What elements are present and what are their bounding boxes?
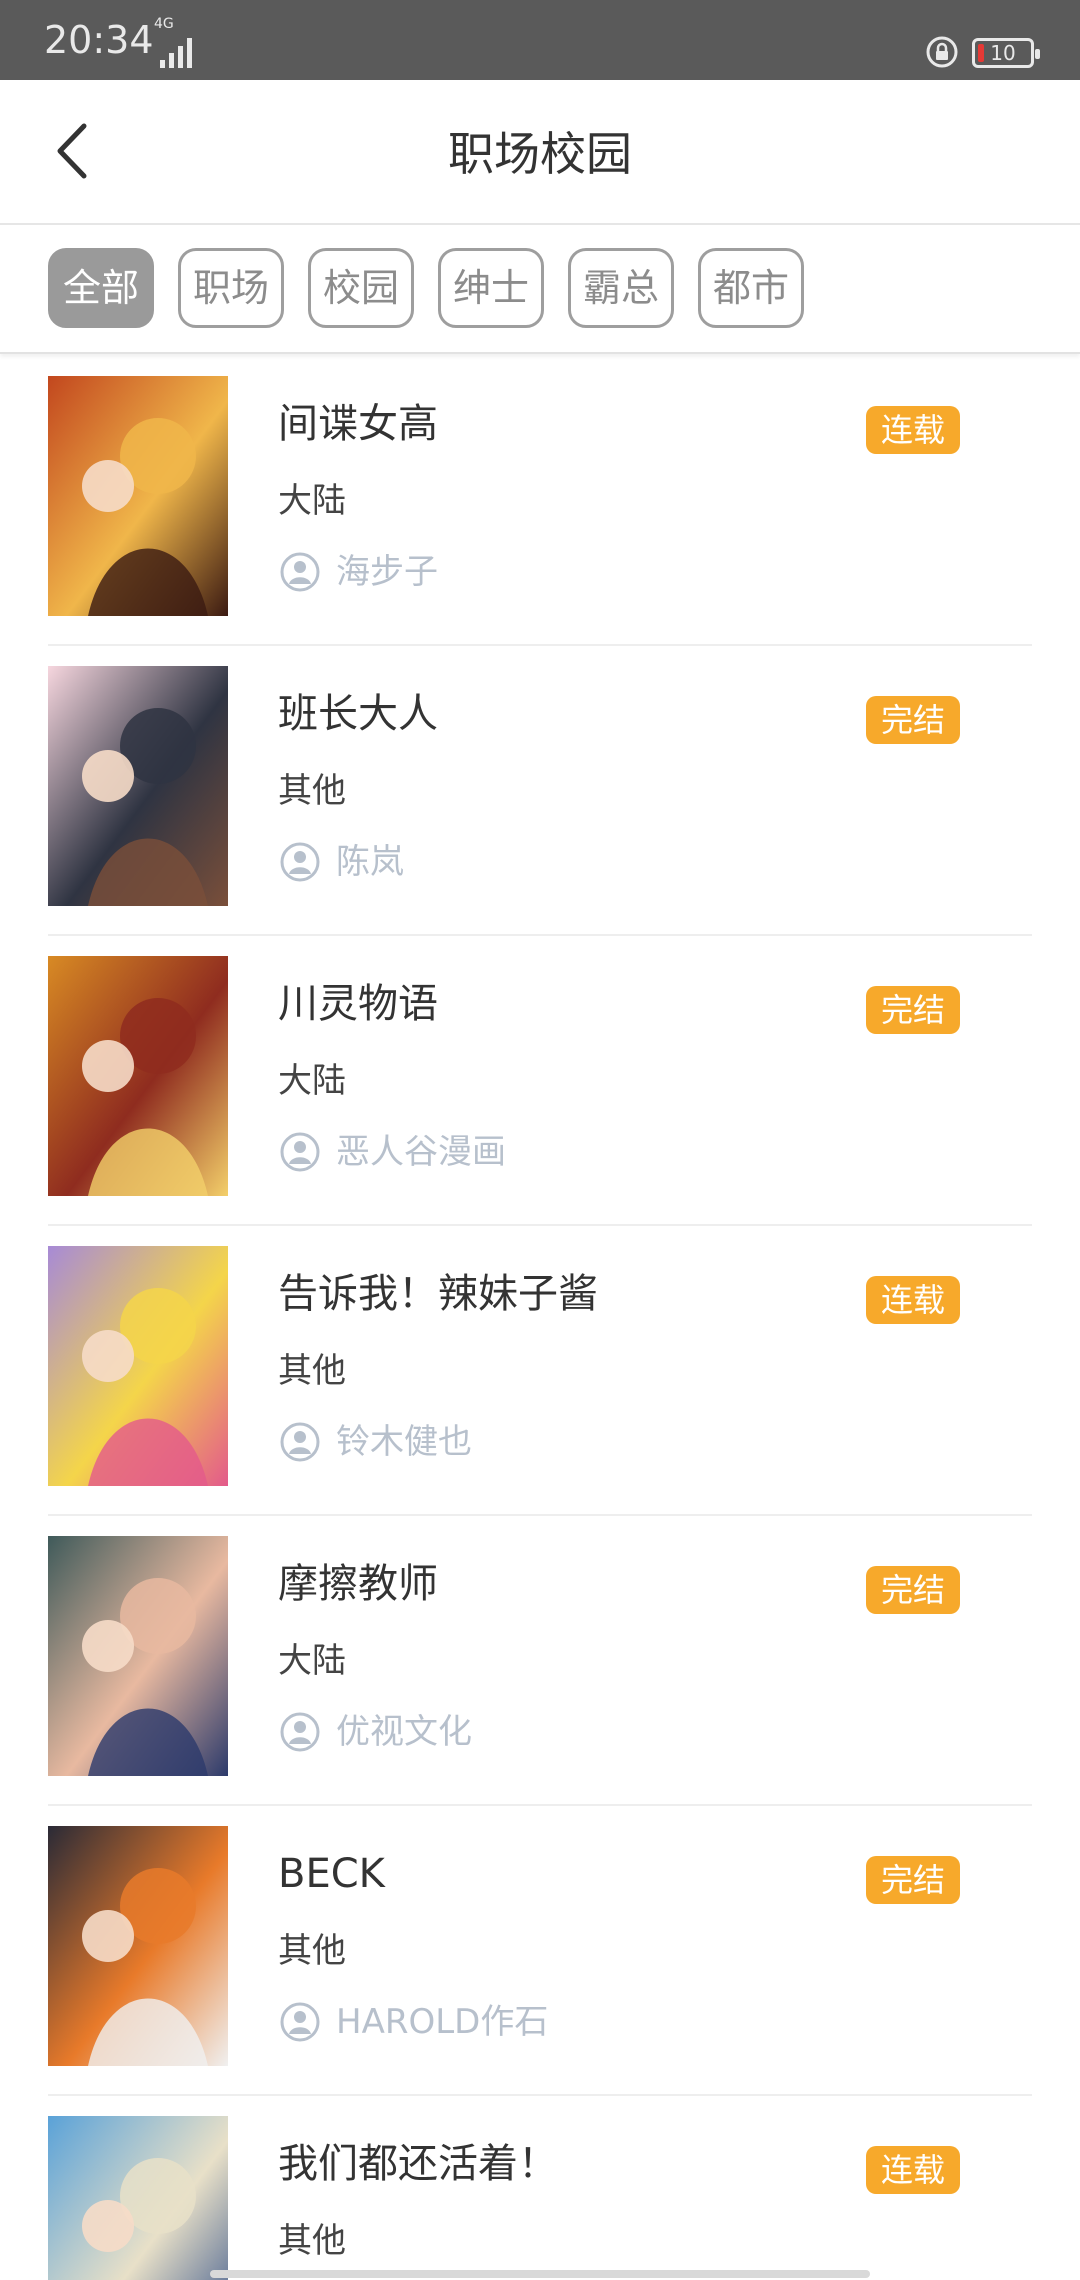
comic-list-item[interactable]: 班长大人 完结其他陈岚 [0, 646, 1080, 936]
comic-region: 大陆 [278, 1641, 346, 1681]
status-badge: 完结 [866, 986, 960, 1034]
tab-filter[interactable]: 绅士 [438, 248, 544, 328]
comic-title: BECK [278, 1851, 385, 1897]
comic-cover-image[interactable] [48, 1246, 228, 1486]
comic-list: 间谍女高 连载 大陆 海步子 班长大人 完结 其他 陈岚 川灵物语 完结 大陆 恶人谷漫画 告诉我！辣妹… [0, 356, 1080, 2280]
avatar-icon [280, 2002, 320, 2042]
avatar-icon [280, 552, 320, 592]
battery-icon: 10 [972, 38, 1040, 68]
network-type: 4G [154, 16, 174, 32]
status-badge: 完结 [866, 1566, 960, 1614]
category-filter-bar: 全部 职场 校园 绅士 霸总 都市 [0, 226, 1080, 354]
home-indicator [210, 2270, 870, 2278]
rotation-lock-icon [926, 36, 958, 68]
comic-list-item[interactable]: 川灵物语 完结大陆恶人谷漫画 [0, 936, 1080, 1226]
avatar-icon [280, 842, 320, 882]
comic-region: 其他 [278, 1931, 346, 1971]
comic-list-item[interactable]: 告诉我！辣妹子酱 连载其他铃木健也 [0, 1226, 1080, 1516]
author-name: 海步子 [336, 552, 438, 592]
comic-title: 间谍女高 [278, 401, 438, 447]
comic-title: 川灵物语 [278, 981, 438, 1027]
status-time: 20:34 [44, 18, 154, 62]
comic-title: 我们都还活着！ [278, 2141, 558, 2187]
avatar-icon [280, 1712, 320, 1752]
status-bar: 20:34 4G 10 [0, 0, 1080, 80]
tab-filter[interactable]: 都市 [698, 248, 804, 328]
tab-filter[interactable]: 霸总 [568, 248, 674, 328]
signal-icon [160, 38, 192, 68]
comic-cover-image[interactable] [48, 666, 228, 906]
author-name: 铃木健也 [336, 1422, 472, 1462]
status-badge: 连载 [866, 406, 960, 454]
status-badge: 完结 [866, 696, 960, 744]
comic-title: 班长大人 [278, 691, 438, 737]
page-title: 职场校园 [448, 127, 632, 181]
comic-list-item[interactable]: BECK 完结其他 HAROLD作石 [0, 1806, 1080, 2096]
tab-filter[interactable]: 校园 [308, 248, 414, 328]
comic-title: 摩擦教师 [278, 1561, 438, 1607]
tab-filter[interactable]: 职场 [178, 248, 284, 328]
comic-list-item[interactable]: 我们都还活着！ 连载其他 [0, 2096, 1080, 2280]
comic-region: 其他 [278, 2221, 346, 2261]
comic-title: 告诉我！辣妹子酱 [278, 1271, 598, 1317]
author-name: 恶人谷漫画 [336, 1132, 506, 1172]
status-badge: 连载 [866, 2146, 960, 2194]
comic-cover-image[interactable] [48, 376, 228, 616]
author-name: HAROLD作石 [336, 2002, 549, 2042]
comic-list-item[interactable]: 摩擦教师 完结大陆优视文化 [0, 1516, 1080, 1806]
author-name: 优视文化 [336, 1712, 472, 1752]
comic-region: 其他 [278, 1351, 346, 1391]
comic-cover-image[interactable] [48, 1536, 228, 1776]
status-badge: 完结 [866, 1856, 960, 1904]
avatar-icon [280, 1422, 320, 1462]
comic-region: 其他 [278, 771, 346, 811]
comic-region: 大陆 [278, 481, 346, 521]
comic-cover-image[interactable] [48, 956, 228, 1196]
battery-percent: 10 [990, 41, 1016, 65]
status-badge: 连载 [866, 1276, 960, 1324]
comic-region: 大陆 [278, 1061, 346, 1101]
author-name: 陈岚 [336, 842, 404, 882]
comic-list-item[interactable]: 间谍女高 连载大陆海步子 [0, 356, 1080, 646]
avatar-icon [280, 1132, 320, 1172]
comic-cover-image[interactable] [48, 2116, 228, 2280]
header: 职场校园 [0, 80, 1080, 225]
comic-cover-image[interactable] [48, 1826, 228, 2066]
tab-filter[interactable]: 全部 [48, 248, 154, 328]
